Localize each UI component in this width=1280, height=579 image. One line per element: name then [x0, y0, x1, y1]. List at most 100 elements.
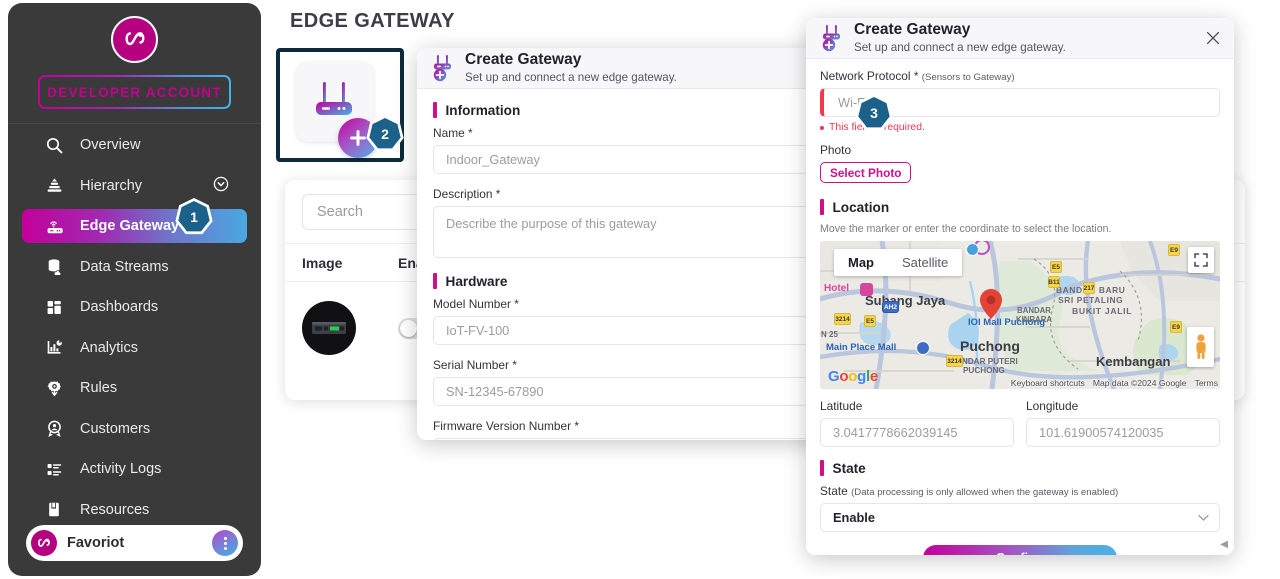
poi-marker-icon — [966, 243, 979, 256]
sidebar-item-dashboards[interactable]: Dashboards — [22, 290, 247, 324]
bar-chart-icon — [46, 339, 72, 356]
search-icon — [46, 137, 72, 154]
state-select[interactable]: Enable — [820, 503, 1220, 532]
map-tab-map[interactable]: Map — [834, 249, 888, 276]
road-shield: E9 — [1168, 244, 1180, 256]
label-text: Model Number — [433, 297, 511, 311]
road-shield: 217 — [1083, 282, 1095, 294]
latitude-label: Latitude — [820, 399, 863, 413]
name-placeholder: Indoor_Gateway — [446, 152, 540, 167]
confirm-button[interactable]: Confirm — [923, 545, 1117, 555]
longitude-label: Longitude — [1026, 399, 1079, 413]
step-marker-3: 3 — [855, 94, 893, 132]
select-photo-label: Select Photo — [830, 165, 902, 180]
road-shield: 3214 — [946, 355, 963, 367]
step-marker-3-label: 3 — [870, 105, 878, 121]
database-icon — [46, 258, 72, 275]
fullscreen-icon[interactable] — [1188, 247, 1214, 273]
map-label: Hotel — [824, 283, 849, 294]
section-title: Hardware — [445, 273, 508, 289]
sidebar-item-edge-gateway[interactable]: Edge Gateway — [22, 209, 247, 243]
page-title: EDGE GATEWAY — [290, 10, 455, 32]
road-shield: E5 — [1050, 261, 1062, 273]
dashboard-icon — [46, 299, 72, 316]
search-placeholder: Search — [317, 204, 363, 220]
sidebar-footer-account[interactable]: Favoriot — [26, 525, 243, 561]
road-shield: 3214 — [834, 313, 851, 325]
gateway-add-icon — [430, 53, 456, 83]
layers-icon — [46, 177, 72, 194]
map-label: Kembangan — [1096, 354, 1171, 369]
sidebar-nav-list: Overview Hierarchy Edge Gateway Data Str… — [8, 128, 261, 567]
poi-mall-icon — [916, 341, 930, 355]
favoriot-infinity-logo — [31, 530, 57, 556]
map-help-text: Move the marker or enter the coordinate … — [820, 223, 1112, 235]
poi-hotel-icon — [860, 283, 873, 296]
label-text: Name — [433, 126, 465, 140]
sidebar-item-activity-logs[interactable]: Activity Logs — [22, 452, 247, 486]
sidebar-item-label: Dashboards — [80, 299, 159, 315]
chevron-down-icon[interactable] — [1198, 510, 1209, 525]
section-accent-bar — [433, 102, 437, 118]
sidebar-item-label: Overview — [80, 137, 141, 153]
longitude-value: 101.61900574120035 — [1039, 425, 1164, 440]
sidebar-item-data-streams[interactable]: Data Streams — [22, 250, 247, 284]
dialog-title: Create Gateway — [854, 21, 971, 39]
sidebar-item-label: Edge Gateway — [80, 218, 180, 234]
dialog-subtitle: Set up and connect a new edge gateway. — [465, 70, 677, 84]
select-photo-button[interactable]: Select Photo — [820, 162, 912, 183]
label-text: Firmware Version Number — [433, 419, 572, 433]
road-shield: AH2 — [882, 301, 899, 313]
sidebar-item-resources[interactable]: Resources — [22, 493, 247, 527]
map-pin-icon[interactable] — [980, 289, 1002, 319]
map-tab-satellite[interactable]: Satellite — [888, 249, 962, 276]
developer-account-button[interactable]: DEVELOPER ACCOUNT — [38, 75, 231, 109]
map-attribution: Keyboard shortcuts Map data ©2024 Google… — [1011, 378, 1218, 388]
gateway-device-photo — [302, 301, 356, 355]
map-label: Subang Jaya — [865, 293, 946, 308]
confirm-label: Confirm — [996, 551, 1044, 555]
location-map[interactable]: Map Satellite Subang Jaya Puchong IOI Ma… — [820, 241, 1220, 389]
label-text: State — [820, 484, 848, 498]
longitude-input[interactable]: 101.61900574120035 — [1026, 418, 1220, 447]
book-icon — [46, 501, 72, 518]
sidebar-item-hierarchy[interactable]: Hierarchy — [22, 169, 247, 203]
step-marker-1-label: 1 — [190, 209, 198, 225]
state-selected-value: Enable — [833, 510, 875, 525]
terms-link[interactable]: Terms — [1195, 378, 1218, 388]
kebab-menu-icon[interactable] — [212, 530, 238, 556]
sidebar-item-customers[interactable]: Customers — [22, 412, 247, 446]
photo-label: Photo — [820, 143, 1220, 157]
resize-handle[interactable]: ◀ — [1220, 539, 1228, 550]
network-protocol-label: Network Protocol * (Sensors to Gateway) — [820, 69, 1220, 83]
label-text: Description — [433, 187, 493, 201]
sidebar-item-label: Hierarchy — [80, 177, 143, 194]
sidebar-item-overview[interactable]: Overview — [22, 128, 247, 162]
map-type-tabs[interactable]: Map Satellite — [834, 249, 963, 276]
sidebar-footer-name: Favoriot — [67, 535, 125, 551]
model-number-placeholder: IoT-FV-100 — [446, 323, 510, 338]
section-state: State — [820, 460, 1220, 476]
road-shield: E9 — [1170, 321, 1182, 333]
sidebar-item-label: Customers — [80, 420, 151, 437]
close-icon[interactable] — [1206, 31, 1220, 50]
road-shield: B11 — [1048, 276, 1060, 288]
state-hint: (Data processing is only allowed when th… — [851, 487, 1119, 498]
keyboard-shortcuts-link[interactable]: Keyboard shortcuts — [1011, 378, 1085, 388]
google-logo: Google — [828, 368, 878, 385]
section-title: State — [832, 460, 866, 476]
sidebar-item-label: Data Streams — [80, 258, 169, 275]
street-view-pegman-icon[interactable] — [1187, 327, 1214, 367]
sidebar-item-label: Analytics — [80, 339, 139, 356]
sidebar-item-analytics[interactable]: Analytics — [22, 331, 247, 365]
router-icon — [46, 218, 72, 235]
map-label: N 25 — [821, 330, 838, 339]
map-label: BUKIT JALIL — [1072, 306, 1133, 316]
network-protocol-hint: (Sensors to Gateway) — [921, 72, 1015, 83]
state-field-label: State (Data processing is only allowed w… — [820, 484, 1220, 498]
latitude-input[interactable]: 3.0417778662039145 — [820, 418, 1014, 447]
sidebar-item-rules[interactable]: Rules — [22, 371, 247, 405]
badge-person-icon — [46, 420, 72, 437]
chevron-down-icon[interactable] — [213, 176, 229, 196]
gear-icon — [46, 380, 72, 397]
